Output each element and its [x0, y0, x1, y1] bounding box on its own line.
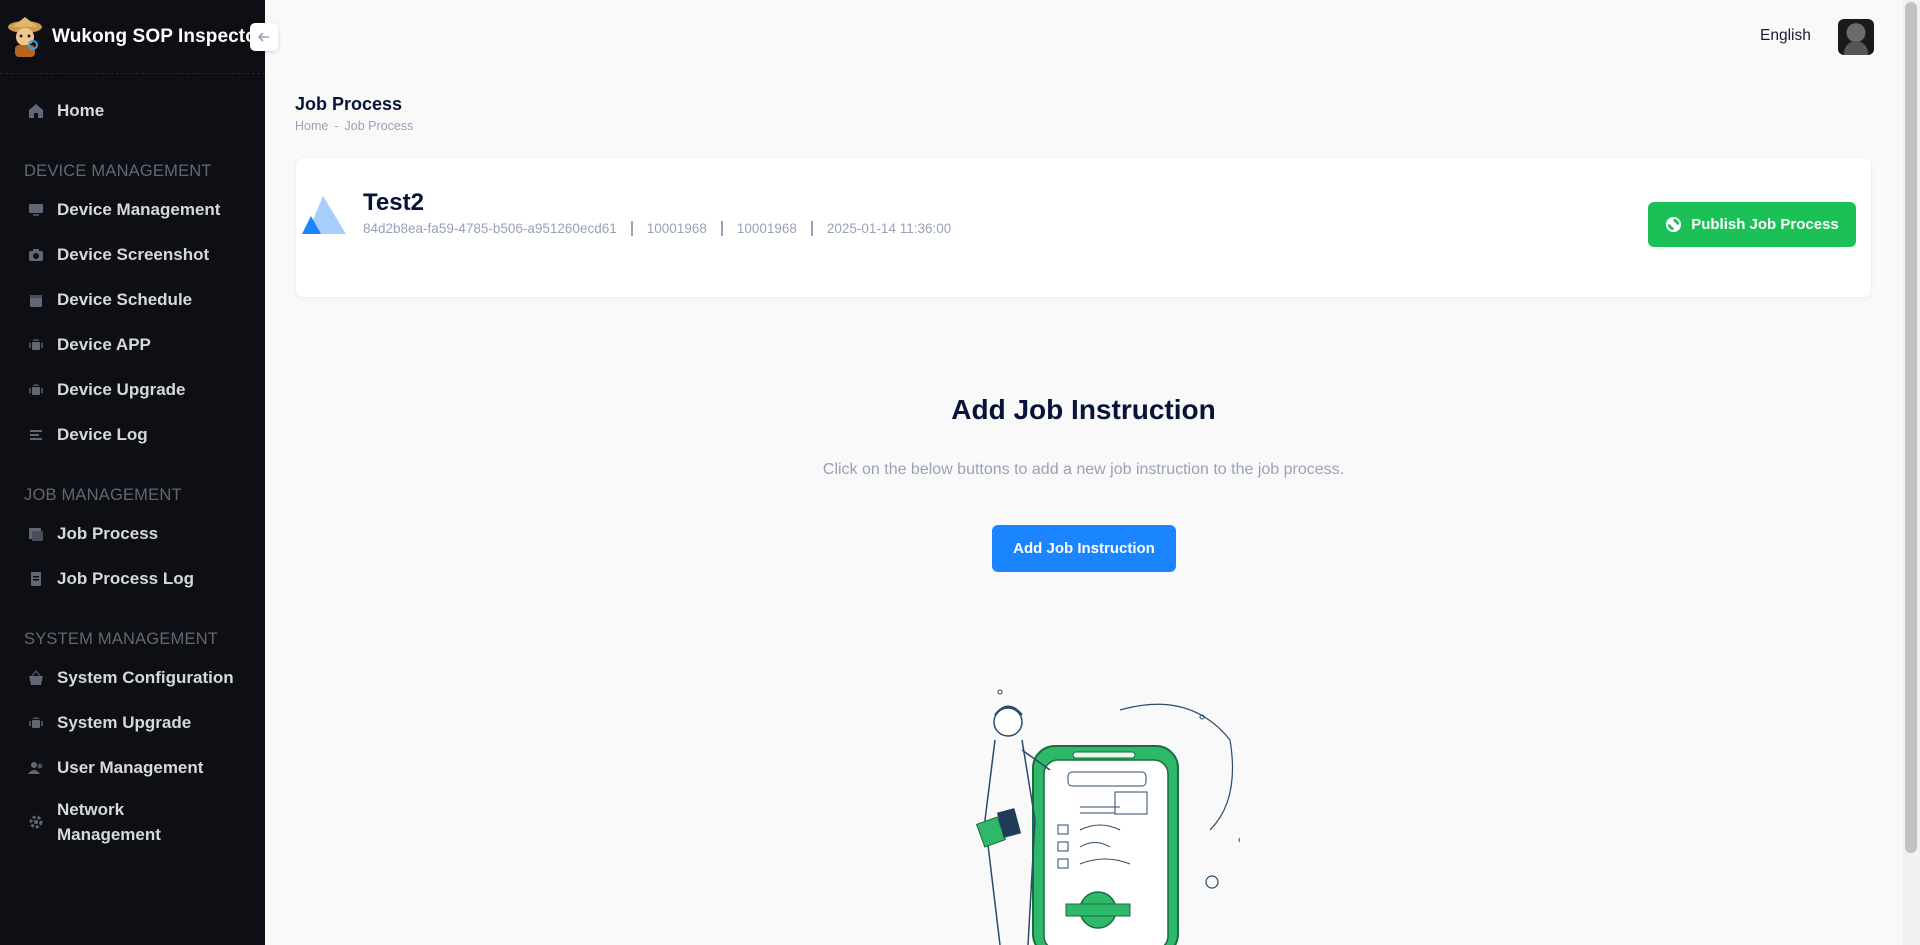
user-avatar[interactable]: [1838, 19, 1874, 55]
sidebar-item-label: Network Management: [57, 800, 161, 844]
meta-divider: [720, 221, 723, 236]
sidebar-collapse-button[interactable]: [250, 23, 278, 51]
app-title: Wukong SOP Inspector: [52, 25, 265, 47]
home-icon: [28, 103, 44, 119]
sidebar-item-system-upgrade[interactable]: System Upgrade: [0, 700, 265, 745]
breadcrumb-current: Job Process: [344, 119, 414, 133]
picture-icon: [28, 526, 44, 542]
add-button-label: Add Job Instruction: [1013, 540, 1155, 557]
arrow-left-icon: [257, 29, 270, 45]
job-name: Test2: [363, 189, 424, 216]
publish-button-label: Publish Job Process: [1691, 216, 1839, 233]
scrollbar-thumb[interactable]: [1905, 2, 1917, 853]
job-process-logo-icon: [302, 196, 346, 234]
sidebar-item-label: System Upgrade: [57, 712, 192, 732]
brand: Wukong SOP Inspector: [0, 0, 265, 74]
section-title-system-management: SYSTEM MANAGEMENT: [24, 630, 219, 648]
sidebar-item-device-log[interactable]: Device Log: [0, 412, 265, 457]
sidebar-item-device-schedule[interactable]: Device Schedule: [0, 277, 265, 322]
sidebar-item-label: Device APP: [57, 334, 151, 354]
sidebar-item-label: User Management: [57, 757, 204, 777]
breadcrumb: Home - Job Process: [295, 119, 413, 133]
job-timestamp: 2025-01-14 11:36:00: [826, 221, 952, 236]
sidebar-item-device-upgrade[interactable]: Device Upgrade: [0, 367, 265, 412]
sidebar-item-label: Job Process: [57, 523, 159, 543]
empty-state-title: Add Job Instruction: [951, 394, 1216, 425]
empty-state-description: Click on the below buttons to add a new …: [822, 461, 1345, 478]
meta-divider: [630, 221, 633, 236]
android-icon: [28, 382, 44, 398]
wukong-logo-icon: [8, 16, 42, 57]
meta-divider: [810, 221, 813, 236]
section-title-job-management: JOB MANAGEMENT: [24, 486, 182, 504]
sidebar-item-device-screenshot[interactable]: Device Screenshot: [0, 232, 265, 277]
camera-icon: [28, 247, 44, 263]
android-icon: [28, 337, 44, 353]
job-field-3: 10001968: [736, 221, 797, 236]
sidebar-item-label: Home: [57, 100, 105, 120]
monitor-icon: [28, 202, 44, 218]
sidebar-item-user-management[interactable]: User Management: [0, 745, 265, 790]
sidebar: Wukong SOP Inspector Home DEVICE MANAGEM…: [0, 0, 265, 945]
sidebar-item-system-configuration[interactable]: System Configuration: [0, 655, 265, 700]
sidebar-item-label: Job Process Log: [57, 568, 194, 588]
page-title: Job Process: [295, 94, 403, 114]
users-icon: [28, 760, 44, 776]
android-icon: [28, 715, 44, 731]
sidebar-item-device-app[interactable]: Device APP: [0, 322, 265, 367]
sidebar-item-network-management[interactable]: Network Management: [0, 790, 265, 854]
sidebar-item-label: Device Upgrade: [57, 379, 186, 399]
job-id: 84d2b8ea-fa59-4785-b506-a951260ecd61: [363, 221, 617, 236]
sidebar-item-label: Device Screenshot: [57, 244, 210, 264]
sidebar-item-job-process-log[interactable]: Job Process Log: [0, 556, 265, 601]
breadcrumb-home-link[interactable]: Home: [295, 119, 328, 133]
section-title-device-management: DEVICE MANAGEMENT: [24, 162, 212, 180]
gear-icon: [28, 814, 44, 830]
sidebar-item-label: Device Schedule: [57, 289, 193, 309]
checklist-illustration: [975, 689, 1240, 945]
job-meta: 84d2b8ea-fa59-4785-b506-a951260ecd61 100…: [363, 221, 951, 236]
language-selector[interactable]: English: [1760, 27, 1811, 45]
sidebar-item-home[interactable]: Home: [0, 88, 265, 133]
sidebar-item-device-management[interactable]: Device Management: [0, 187, 265, 232]
publish-icon: [1666, 216, 1682, 233]
job-field-2: 10001968: [646, 221, 707, 236]
sidebar-item-job-process[interactable]: Job Process: [0, 511, 265, 556]
sidebar-item-label: Device Management: [57, 199, 221, 219]
sidebar-item-label: Device Log: [57, 424, 148, 444]
basket-icon: [28, 669, 44, 686]
calendar-icon: [28, 292, 44, 308]
document-icon: [28, 571, 44, 587]
sidebar-menu: Home DEVICE MANAGEMENT Device Management…: [0, 74, 265, 854]
breadcrumb-separator: -: [334, 119, 339, 133]
sidebar-item-label: System Configuration: [57, 667, 234, 687]
add-job-instruction-button[interactable]: Add Job Instruction: [992, 525, 1176, 572]
job-process-card: Test2 84d2b8ea-fa59-4785-b506-a951260ecd…: [295, 157, 1872, 298]
list-icon: [28, 427, 44, 443]
publish-job-process-button[interactable]: Publish Job Process: [1648, 202, 1856, 247]
